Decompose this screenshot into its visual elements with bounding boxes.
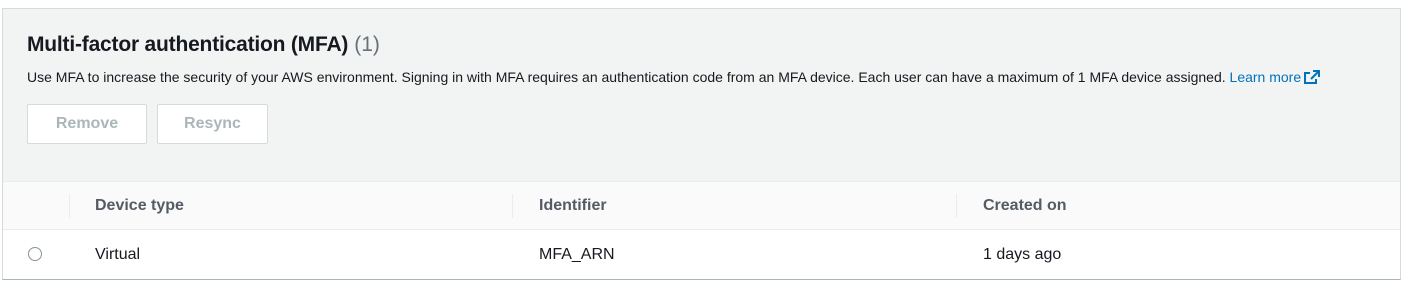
column-separator	[512, 194, 513, 218]
column-separator	[69, 194, 70, 218]
cell-created-on: 1 days ago	[983, 246, 1062, 263]
column-header-identifier[interactable]: Identifier	[539, 182, 607, 229]
mfa-panel: Multi-factor authentication (MFA) (1) Us…	[2, 8, 1401, 280]
cell-device-type: Virtual	[95, 246, 141, 263]
learn-more-link[interactable]: Learn more	[1230, 69, 1321, 85]
title-row: Multi-factor authentication (MFA) (1)	[27, 33, 1376, 61]
row-select-radio[interactable]	[28, 247, 42, 261]
column-header-device-type[interactable]: Device type	[95, 182, 184, 229]
section-description: Use MFA to increase the security of your…	[27, 67, 1372, 89]
column-header-created-on[interactable]: Created on	[983, 182, 1067, 229]
remove-button[interactable]: Remove	[27, 104, 147, 144]
learn-more-label: Learn more	[1229, 69, 1302, 85]
column-separator	[956, 194, 957, 218]
mfa-panel-header: Multi-factor authentication (MFA) (1) Us…	[3, 9, 1400, 182]
cell-identifier: MFA_ARN	[539, 246, 615, 263]
device-count: (1)	[354, 33, 380, 56]
action-buttons: Remove Resync	[27, 104, 1376, 144]
section-title: Multi-factor authentication (MFA)	[27, 33, 349, 56]
resync-button[interactable]: Resync	[157, 104, 268, 144]
external-link-icon	[1304, 69, 1321, 89]
description-text: Use MFA to increase the security of your…	[27, 69, 1226, 85]
table-header: Device type Identifier Created on	[3, 182, 1400, 230]
table-row[interactable]: Virtual MFA_ARN 1 days ago	[3, 230, 1400, 280]
